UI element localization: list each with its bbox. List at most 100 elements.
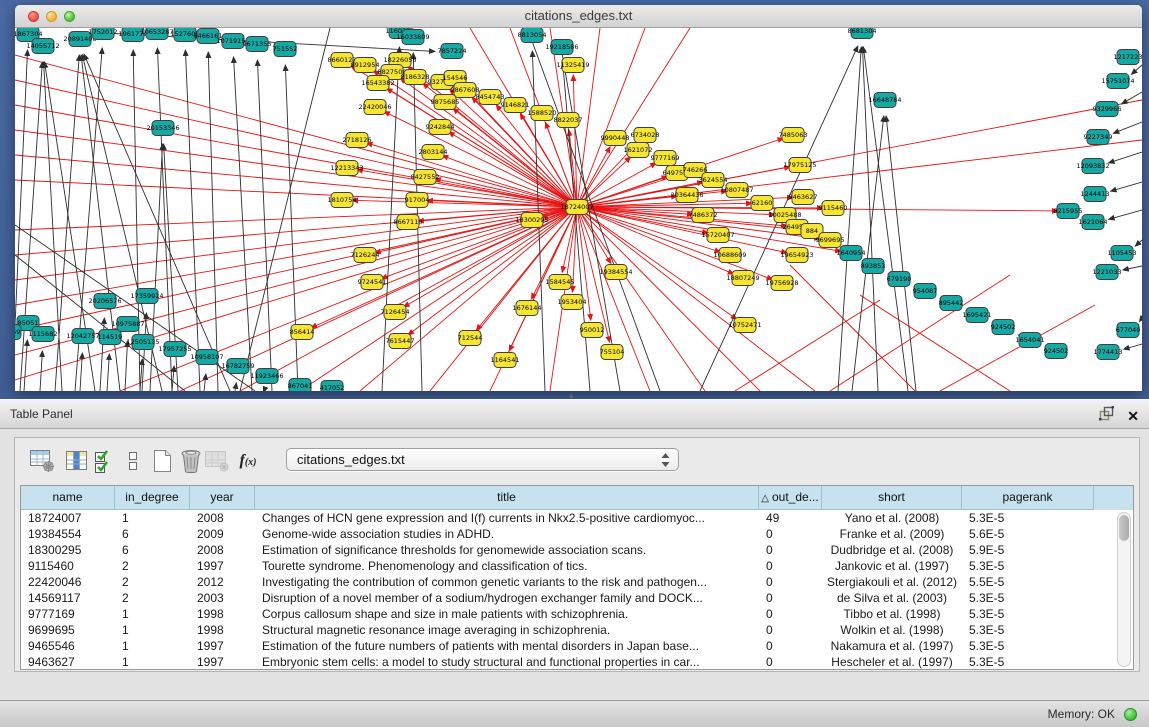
- network-node[interactable]: 856414: [290, 325, 315, 340]
- network-node[interactable]: 924502: [991, 320, 1016, 335]
- network-node[interactable]: 1621072: [624, 143, 653, 158]
- network-node[interactable]: 6734028: [631, 128, 660, 143]
- table-options-icon[interactable]: [28, 447, 56, 474]
- network-node[interactable]: 8215955: [1054, 204, 1083, 219]
- table-scrollbar[interactable]: [1117, 512, 1131, 667]
- network-node[interactable]: 20364436: [670, 188, 703, 203]
- network-node[interactable]: 917004: [405, 193, 430, 208]
- zoom-button[interactable]: [64, 11, 75, 22]
- table-row[interactable]: 977716911998Corpus callosum shape and si…: [21, 606, 1133, 622]
- network-node[interactable]: 8912954: [351, 58, 380, 73]
- network-node[interactable]: 9329966: [1093, 102, 1122, 117]
- network-node[interactable]: 895442: [939, 296, 964, 311]
- column-header-indegree[interactable]: in_degree: [115, 486, 190, 510]
- network-node[interactable]: 19756928: [765, 276, 798, 291]
- network-node[interactable]: 9227349: [1084, 130, 1113, 145]
- network-node[interactable]: 114519: [98, 330, 123, 345]
- splitter-handle[interactable]: ▴: [569, 391, 574, 399]
- network-node[interactable]: 7126244: [351, 248, 380, 263]
- table-row[interactable]: 946362711997Embryonic stem cells: a mode…: [21, 654, 1133, 670]
- row-height-icon[interactable]: [119, 447, 147, 474]
- network-node[interactable]: 9146821: [501, 98, 530, 113]
- network-node[interactable]: 9875685: [431, 95, 460, 110]
- selection-mode-icon[interactable]: [90, 447, 118, 474]
- network-node[interactable]: 1953404: [558, 295, 587, 310]
- column-header-year[interactable]: year: [190, 486, 255, 510]
- network-node[interactable]: 7615447: [386, 334, 415, 349]
- network-node[interactable]: 8813054: [518, 28, 547, 43]
- network-node[interactable]: 20153346: [146, 121, 179, 136]
- network-node[interactable]: 15751074: [1101, 74, 1134, 89]
- network-node[interactable]: 1640954: [837, 246, 866, 261]
- float-window-icon[interactable]: [1098, 405, 1115, 427]
- network-node[interactable]: 2718126: [343, 133, 372, 148]
- network-node[interactable]: 8681304: [848, 28, 877, 39]
- network-node[interactable]: 7486372: [689, 208, 718, 223]
- network-node[interactable]: 9242844: [426, 120, 455, 135]
- network-node[interactable]: 1244413: [1081, 187, 1110, 202]
- network-node[interactable]: 39159: [15, 325, 21, 340]
- network-node[interactable]: 9463627: [789, 190, 818, 205]
- column-header-pagerank[interactable]: pagerank: [962, 486, 1094, 510]
- network-node[interactable]: 1654041: [1016, 333, 1045, 348]
- network-node[interactable]: 2803144: [419, 145, 448, 160]
- table-row[interactable]: 2242004622012Investigating the contribut…: [21, 574, 1133, 590]
- network-node[interactable]: 867041: [288, 379, 313, 392]
- network-node[interactable]: 1221033: [1093, 265, 1122, 280]
- column-header-name[interactable]: name: [21, 486, 115, 510]
- network-node[interactable]: 9724541: [358, 275, 387, 290]
- create-column-icon[interactable]: [148, 447, 176, 474]
- network-node[interactable]: 9115460: [819, 201, 848, 216]
- network-node[interactable]: 1676144: [513, 301, 542, 316]
- network-node[interactable]: 8822037: [554, 113, 583, 128]
- table-row[interactable]: 969969511998Structural magnetic resonanc…: [21, 622, 1133, 638]
- network-node[interactable]: 7126454: [381, 305, 410, 320]
- column-header-outde[interactable]: △out_de...: [759, 486, 822, 510]
- table-row[interactable]: 1872400712008Changes of HCN gene express…: [21, 510, 1133, 526]
- column-header-short[interactable]: short: [822, 486, 962, 510]
- network-node[interactable]: 9990448: [601, 131, 630, 146]
- network-node[interactable]: 417052: [320, 381, 345, 392]
- scrollbar-thumb[interactable]: [1119, 515, 1129, 541]
- network-node[interactable]: 12042757: [66, 329, 99, 344]
- network-node[interactable]: 17975125: [783, 158, 816, 173]
- network-node[interactable]: 9671355: [243, 37, 272, 52]
- network-node[interactable]: 1695421: [963, 308, 992, 323]
- network-node[interactable]: 7485063: [779, 128, 808, 143]
- network-node[interactable]: 11325419: [556, 58, 589, 73]
- table-selector[interactable]: citations_edges.txt: [286, 448, 679, 471]
- network-node[interactable]: 8667110: [394, 215, 423, 230]
- network-node[interactable]: 10807487: [720, 183, 753, 198]
- network-node[interactable]: 9699695: [816, 233, 845, 248]
- network-node[interactable]: 712544: [458, 331, 483, 346]
- network-node[interactable]: 954087: [913, 284, 938, 299]
- network-node[interactable]: 10752471: [728, 318, 761, 333]
- network-node[interactable]: 19218586: [545, 40, 578, 55]
- network-node[interactable]: 1621064: [1079, 215, 1108, 230]
- network-node[interactable]: 19654923: [780, 248, 813, 263]
- network-node[interactable]: 11923466: [250, 369, 283, 384]
- column-header-title[interactable]: title: [255, 486, 759, 510]
- network-node[interactable]: 7857224: [438, 44, 467, 59]
- network-node[interactable]: 8186328: [401, 70, 430, 85]
- table-row[interactable]: 1830029562008Estimation of significance …: [21, 542, 1133, 558]
- table-row[interactable]: 946554611997Estimation of the future num…: [21, 638, 1133, 654]
- network-node[interactable]: 1584545: [546, 275, 575, 290]
- network-window-titlebar[interactable]: citations_edges.txt: [15, 5, 1142, 28]
- network-node[interactable]: 17359924: [130, 289, 163, 304]
- column-visibility-icon[interactable]: [62, 447, 90, 474]
- network-node[interactable]: 8427552: [411, 170, 440, 185]
- network-node[interactable]: 12093832: [1076, 159, 1109, 174]
- network-node[interactable]: 1810754: [328, 193, 357, 208]
- network-node[interactable]: 1105453: [1108, 246, 1137, 261]
- network-node[interactable]: 924502: [1044, 344, 1069, 359]
- minimize-button[interactable]: [46, 11, 57, 22]
- network-node[interactable]: 1588520: [528, 106, 557, 121]
- network-node[interactable]: 677040: [1116, 323, 1141, 338]
- network-node[interactable]: 10688609: [713, 248, 746, 263]
- network-node[interactable]: 1115682: [29, 327, 58, 342]
- table-row[interactable]: 1456911722003Disruption of a novel membe…: [21, 590, 1133, 606]
- network-node[interactable]: 1774413: [1094, 345, 1123, 360]
- close-panel-icon[interactable]: ✕: [1127, 407, 1139, 425]
- network-node[interactable]: 62160: [751, 196, 773, 211]
